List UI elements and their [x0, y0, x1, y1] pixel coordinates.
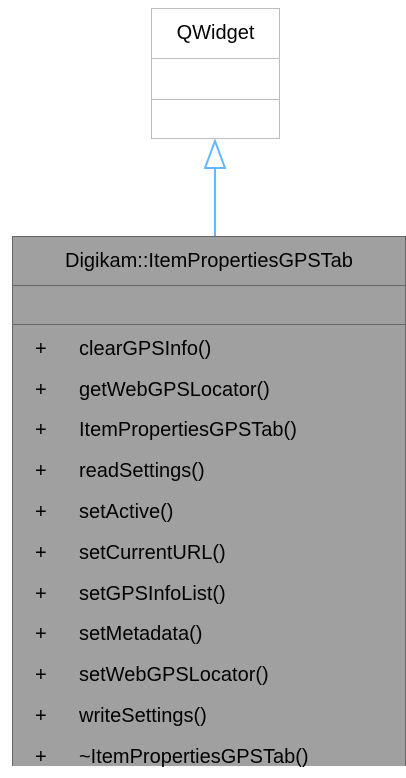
method-name: readSettings() — [79, 460, 205, 483]
method-visibility: + — [35, 337, 47, 360]
method-name: setCurrentURL() — [79, 541, 226, 564]
method-name: ItemPropertiesGPSTab() — [79, 419, 297, 442]
method-row: + setCurrentURL() — [13, 533, 405, 574]
inheritance-arrow-head — [203, 138, 227, 169]
base-class-name: QWidget — [152, 9, 279, 59]
method-visibility: + — [35, 419, 47, 442]
method-row: + setActive() — [13, 492, 405, 533]
base-class-attributes-section — [152, 59, 279, 100]
method-row: + setMetadata() — [13, 615, 405, 656]
method-name: setWebGPSLocator() — [79, 664, 269, 687]
method-visibility: + — [35, 623, 47, 646]
method-name: clearGPSInfo() — [79, 337, 212, 360]
method-visibility: + — [35, 582, 47, 605]
derived-class-methods-section: + clearGPSInfo() + getWebGPSLocator() + … — [13, 325, 405, 778]
method-row: + setGPSInfoList() — [13, 574, 405, 615]
method-name: getWebGPSLocator() — [79, 378, 270, 401]
derived-class-box[interactable]: Digikam::ItemPropertiesGPSTab + clearGPS… — [12, 236, 406, 768]
method-visibility: + — [35, 705, 47, 728]
method-name: setGPSInfoList() — [79, 582, 226, 605]
method-name: writeSettings() — [79, 705, 207, 728]
derived-class-attributes-section — [13, 286, 405, 325]
method-visibility: + — [35, 745, 47, 768]
method-name: setActive() — [79, 501, 174, 524]
method-visibility: + — [35, 664, 47, 687]
method-visibility: + — [35, 501, 47, 524]
method-name: ~ItemPropertiesGPSTab() — [79, 745, 309, 768]
method-row: + ~ItemPropertiesGPSTab() — [13, 737, 405, 778]
method-row: + setWebGPSLocator() — [13, 655, 405, 696]
method-row: + readSettings() — [13, 451, 405, 492]
base-class-methods-section — [152, 100, 279, 140]
method-visibility: + — [35, 541, 47, 564]
derived-class-name: Digikam::ItemPropertiesGPSTab — [13, 237, 405, 286]
method-name: setMetadata() — [79, 623, 203, 646]
method-row: + getWebGPSLocator() — [13, 370, 405, 411]
method-visibility: + — [35, 378, 47, 401]
method-row: + ItemPropertiesGPSTab() — [13, 411, 405, 452]
method-row: + writeSettings() — [13, 696, 405, 737]
method-row: + clearGPSInfo() — [13, 329, 405, 370]
method-visibility: + — [35, 460, 47, 483]
base-class-box[interactable]: QWidget — [151, 8, 280, 139]
